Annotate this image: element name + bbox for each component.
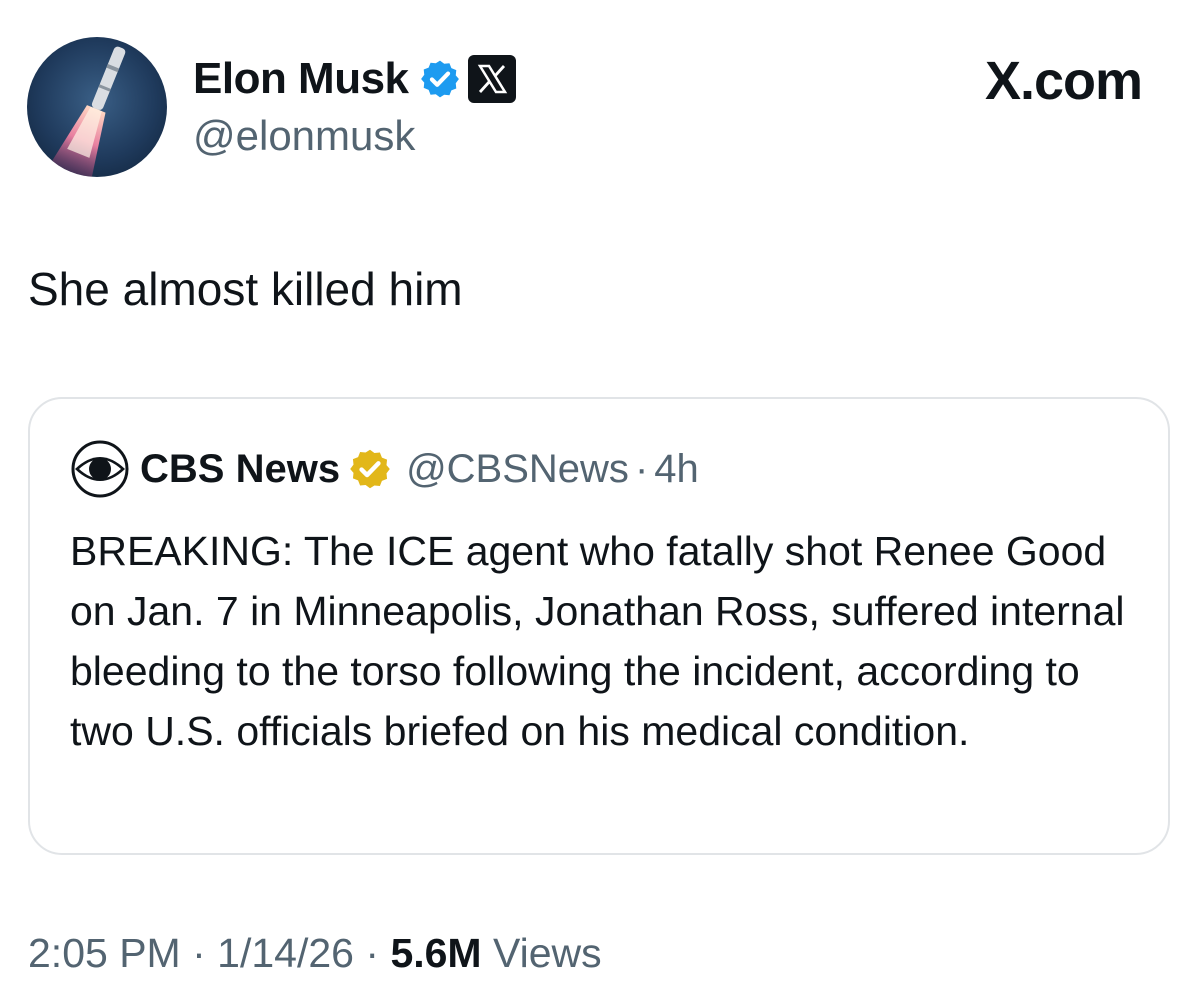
verified-badge-icon[interactable] — [419, 58, 461, 100]
meta-separator: · — [192, 930, 206, 976]
cbs-eye-icon[interactable] — [70, 439, 130, 499]
author-name[interactable]: Elon Musk — [193, 54, 409, 104]
quoted-tweet-text: BREAKING: The ICE agent who fatally shot… — [70, 528, 1125, 754]
author-name-row: Elon Musk — [193, 52, 517, 106]
quoted-author-name[interactable]: CBS News — [140, 447, 340, 492]
quoted-separator: · — [634, 446, 649, 491]
rocket-launch-image — [27, 37, 167, 177]
views-count[interactable]: 5.6M — [390, 930, 481, 976]
x-logo-icon[interactable] — [467, 54, 517, 104]
author-handle[interactable]: @elonmusk — [193, 112, 415, 160]
quoted-tweet-card[interactable]: CBS News @CBSNews · 4h BREAKING: The ICE… — [28, 397, 1170, 855]
views-label: Views — [493, 930, 602, 976]
author-avatar[interactable] — [27, 37, 167, 177]
tweet-text: She almost killed him — [28, 263, 463, 315]
tweet-date[interactable]: 1/14/26 — [217, 930, 354, 976]
tweet-header: Elon Musk @elonmusk X.com — [0, 0, 1200, 200]
quoted-timestamp[interactable]: 4h — [654, 447, 699, 492]
gold-verified-badge-icon[interactable] — [348, 447, 392, 491]
quoted-author-handle[interactable]: @CBSNews — [406, 447, 629, 492]
tweet-time[interactable]: 2:05 PM — [28, 930, 181, 976]
meta-separator: · — [365, 930, 380, 976]
x-com-brand: X.com — [984, 51, 1143, 111]
quoted-tweet-header: CBS News @CBSNews · 4h — [70, 439, 699, 499]
tweet-meta: 2:05 PM · 1/14/26 · 5.6M Views — [28, 930, 602, 977]
